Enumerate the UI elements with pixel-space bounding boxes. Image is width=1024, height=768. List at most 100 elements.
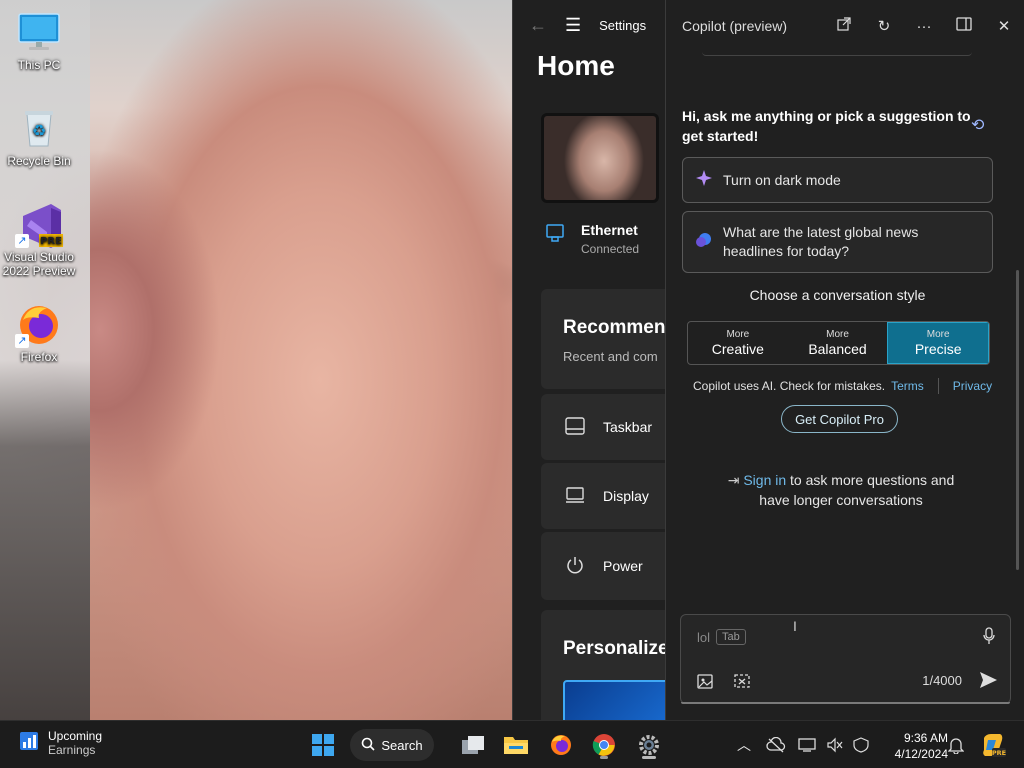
desktop-icon-label: Firefox: [20, 350, 58, 364]
settings-item-label: Power: [603, 558, 643, 574]
user-avatar[interactable]: [541, 113, 659, 203]
conversation-style-selector: More Creative More Balanced More Precise: [687, 321, 990, 365]
sign-in-icon: ⇥: [727, 472, 740, 488]
chrome-icon: [592, 734, 615, 756]
sign-in-prompt: ⇥ Sign in to ask more questions and have…: [716, 470, 966, 510]
privacy-link[interactable]: Privacy: [953, 379, 992, 393]
style-name: Balanced: [808, 341, 867, 357]
get-copilot-pro-button[interactable]: Get Copilot Pro: [781, 405, 898, 433]
back-arrow-icon[interactable]: ←: [529, 15, 547, 36]
firefox-icon: [551, 735, 571, 755]
taskbar-icon: [565, 416, 585, 438]
security-tray[interactable]: [852, 721, 870, 768]
settings-item-display[interactable]: Display: [541, 463, 665, 529]
terms-link[interactable]: Terms: [891, 379, 924, 393]
add-image-icon[interactable]: [697, 672, 715, 695]
desktop-icon-label: This PC: [17, 58, 61, 72]
scrollbar[interactable]: [1016, 270, 1019, 570]
taskbar-search[interactable]: Search: [350, 729, 434, 761]
desktop-icon-this-pc[interactable]: This PC: [0, 10, 78, 72]
send-icon[interactable]: [978, 671, 998, 694]
network-status-text: Connected: [581, 242, 640, 256]
firefox-icon: ↗: [15, 302, 61, 348]
shortcut-arrow-icon: ↗: [15, 234, 29, 248]
suggestion-label: Turn on dark mode: [723, 171, 841, 188]
character-count: 1/4000: [922, 673, 962, 688]
widgets-button[interactable]: Upcoming Earnings: [18, 729, 102, 757]
notifications-button[interactable]: [948, 721, 964, 768]
bell-icon: [948, 738, 964, 754]
sparkle-icon: [695, 169, 713, 192]
sign-in-link[interactable]: Sign in: [743, 472, 786, 488]
suggestion-news-headlines[interactable]: What are the latest global news headline…: [682, 211, 993, 273]
monitor-icon: [17, 10, 61, 54]
desktop-icon-recycle-bin[interactable]: ♻ Recycle Bin: [0, 106, 78, 168]
recommended-card: Recommen Recent and com: [541, 289, 665, 389]
visual-studio-icon: PRE ↗: [15, 202, 63, 248]
chat-composer[interactable]: lol Tab I 1/4000: [680, 614, 1011, 704]
task-view-button[interactable]: [457, 729, 489, 761]
style-name: Creative: [711, 341, 764, 357]
clock[interactable]: 9:36 AM 4/12/2024: [876, 730, 948, 762]
chat-input[interactable]: lol Tab: [697, 629, 746, 645]
svg-text:PRE: PRE: [40, 236, 62, 247]
settings-item-power[interactable]: Power: [541, 532, 665, 600]
refresh-icon[interactable]: ↻: [864, 17, 904, 35]
show-hidden-icons[interactable]: ︿: [737, 721, 751, 768]
svg-text:PRE: PRE: [992, 749, 1006, 757]
dock-panel-icon[interactable]: [944, 17, 984, 35]
active-indicator: [642, 756, 656, 759]
settings-item-label: Display: [603, 488, 649, 504]
chrome-taskbar-button[interactable]: [588, 729, 620, 761]
settings-titlebar: ← ☰ Settings: [513, 0, 665, 50]
start-button[interactable]: [307, 729, 339, 761]
network-status[interactable]: Ethernet Connected: [545, 222, 639, 256]
chat-input-value: lol: [697, 629, 711, 645]
suggestion-dark-mode[interactable]: Turn on dark mode: [682, 157, 993, 203]
display-tray[interactable]: [798, 721, 816, 768]
file-explorer-button[interactable]: [500, 729, 532, 761]
style-creative-button[interactable]: More Creative: [688, 322, 788, 364]
settings-item-taskbar[interactable]: Taskbar: [541, 394, 665, 460]
firefox-taskbar-button[interactable]: [545, 729, 577, 761]
conversation-style-label: Choose a conversation style: [749, 287, 926, 303]
widget-subtitle: Earnings: [48, 743, 96, 757]
clock-time: 9:36 AM: [903, 731, 948, 745]
open-external-icon[interactable]: [824, 17, 864, 35]
search-icon: [361, 737, 375, 754]
close-icon[interactable]: ✕: [984, 17, 1024, 35]
recommended-subtitle: Recent and com: [563, 349, 658, 364]
recommended-title: Recommen: [563, 317, 665, 338]
personalize-card: Personalize: [541, 610, 665, 720]
microphone-icon[interactable]: [982, 627, 996, 650]
desktop-icon-label: Visual Studio 2022 Preview: [2, 250, 76, 278]
copilot-taskbar-button[interactable]: PRE: [980, 721, 1006, 768]
stock-chart-icon: [18, 730, 40, 757]
desktop-icon-visual-studio[interactable]: PRE ↗ Visual Studio 2022 Preview: [0, 202, 78, 278]
style-precise-button[interactable]: More Precise: [887, 322, 989, 364]
gear-icon: [639, 735, 659, 755]
refresh-suggestions-icon[interactable]: ⟲: [971, 115, 984, 135]
settings-title: Settings: [599, 17, 647, 33]
ai-disclaimer: Copilot uses AI. Check for mistakes. Ter…: [693, 378, 1023, 394]
chat-bubble-icon: [695, 231, 713, 254]
power-icon: [565, 555, 585, 578]
copilot-pre-icon: PRE: [983, 734, 1006, 757]
chevron-up-icon: ︿: [737, 737, 751, 753]
taskbar: Upcoming Earnings Search ︿ 9:36 AM 4/12/…: [0, 720, 1024, 768]
settings-taskbar-button[interactable]: [633, 729, 665, 761]
text-cursor-icon: I: [793, 618, 797, 634]
disclaimer-text: Copilot uses AI. Check for mistakes.: [693, 379, 886, 393]
hamburger-menu-icon[interactable]: ☰: [565, 15, 581, 36]
screenshot-icon[interactable]: [733, 672, 751, 695]
style-balanced-button[interactable]: More Balanced: [788, 322, 888, 364]
volume-tray[interactable]: [826, 721, 844, 768]
settings-window: ← ☰ Settings Home Ethernet Connected Rec…: [512, 0, 665, 720]
more-options-icon[interactable]: ···: [904, 18, 944, 35]
monitor-icon: [798, 738, 816, 752]
clock-date: 4/12/2024: [894, 747, 948, 761]
ethernet-icon: [545, 222, 567, 256]
theme-preview-thumbnail[interactable]: [563, 680, 665, 720]
desktop-icon-firefox[interactable]: ↗ Firefox: [0, 302, 78, 364]
network-offline-tray[interactable]: [766, 721, 786, 768]
